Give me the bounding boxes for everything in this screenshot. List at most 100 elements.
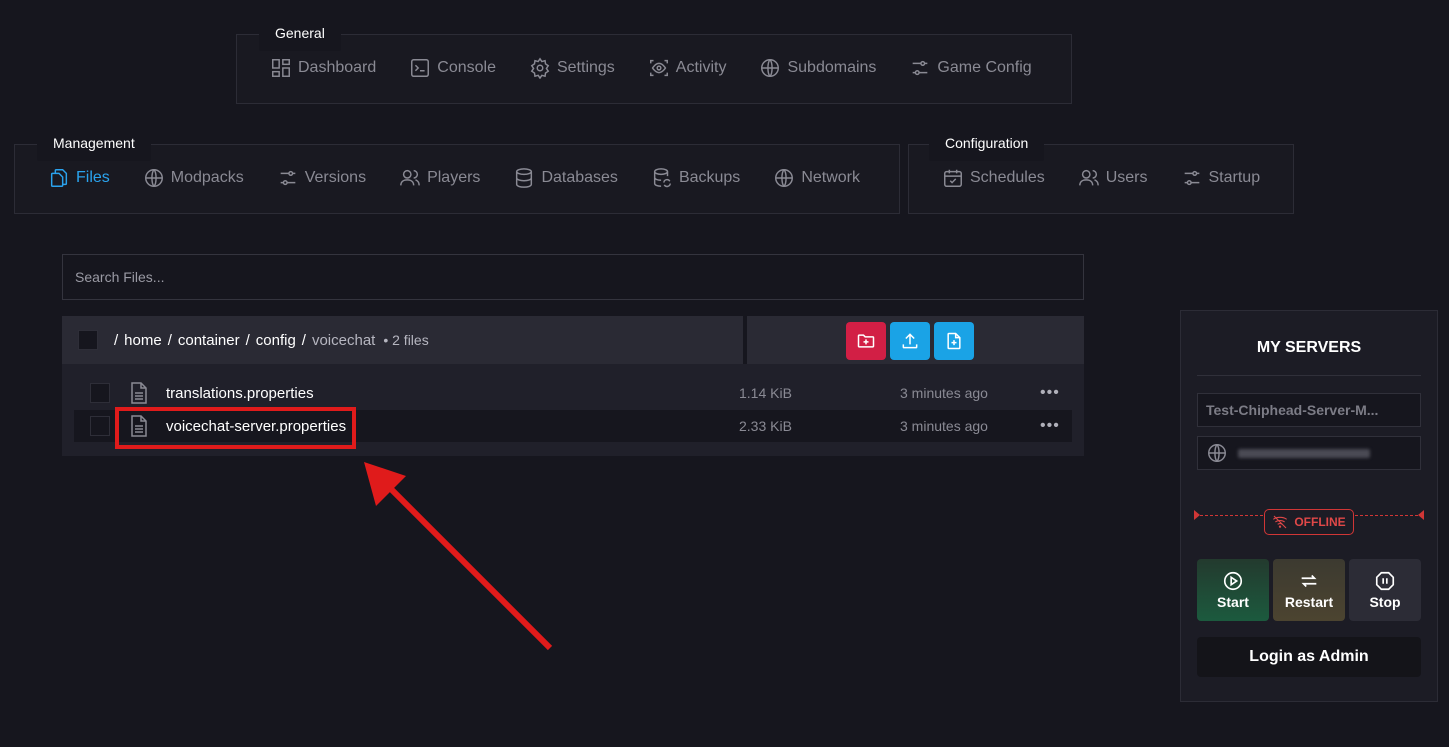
- file-row[interactable]: translations.properties 1.14 KiB 3 minut…: [74, 377, 1072, 409]
- nav-group-general: General Dashboard Console Settings Activ…: [236, 15, 1072, 104]
- breadcrumb-container[interactable]: container: [178, 332, 240, 349]
- nav-item-settings[interactable]: Settings: [529, 57, 615, 79]
- nav-item-modpacks[interactable]: Modpacks: [143, 167, 244, 189]
- nav-item-label: Network: [801, 169, 860, 186]
- status-divider-cap-right: [1418, 510, 1424, 520]
- nav-item-databases[interactable]: Databases: [513, 167, 618, 189]
- nav-item-label: Modpacks: [170, 169, 244, 186]
- server-name: Test-Chiphead-Server-M...: [1206, 402, 1379, 418]
- restart-button[interactable]: Restart: [1273, 559, 1345, 621]
- sliders-icon: [913, 60, 928, 76]
- server-name-field[interactable]: Test-Chiphead-Server-M...: [1197, 393, 1421, 427]
- nav-item-subdomains[interactable]: Subdomains: [759, 57, 876, 79]
- nav-item-activity[interactable]: Activity: [648, 57, 727, 79]
- play-icon: [1223, 571, 1243, 591]
- file-more-options-button[interactable]: •••: [1040, 384, 1060, 402]
- nav-item-label: Console: [437, 59, 496, 76]
- new-file-button[interactable]: [934, 322, 974, 360]
- breadcrumb-config[interactable]: config: [256, 332, 296, 349]
- login-as-admin-button[interactable]: Login as Admin: [1197, 637, 1421, 677]
- calendar-icon: [944, 169, 962, 187]
- file-plus-icon: [947, 332, 961, 350]
- nav-item-label: Schedules: [970, 169, 1045, 186]
- file-count: • 2 files: [383, 332, 429, 348]
- status-badge: OFFLINE: [1264, 509, 1354, 535]
- breadcrumb-sep: /: [301, 331, 306, 349]
- globe-icon: [761, 59, 780, 77]
- file-checkbox[interactable]: [90, 383, 110, 403]
- nav-item-label: Subdomains: [787, 59, 877, 76]
- backup-database-icon: [653, 168, 671, 188]
- file-icon: [128, 381, 150, 405]
- nav-item-dashboard[interactable]: Dashboard: [270, 57, 376, 79]
- database-icon: [516, 168, 533, 188]
- upload-button[interactable]: [890, 322, 930, 360]
- sliders-icon: [1184, 170, 1199, 186]
- search-files-input[interactable]: [62, 254, 1084, 300]
- new-folder-button[interactable]: [846, 322, 886, 360]
- breadcrumb-sep: /: [114, 331, 119, 349]
- users-icon: [1078, 169, 1099, 186]
- file-size: 1.14 KiB: [739, 385, 792, 401]
- nav-group-title: Management: [37, 125, 151, 161]
- nav-item-label: Activity: [675, 59, 727, 76]
- start-label: Start: [1217, 594, 1249, 610]
- console-icon: [411, 59, 430, 77]
- nav-item-players[interactable]: Players: [399, 167, 480, 189]
- gear-icon: [530, 57, 550, 79]
- nav-item-label: Files: [76, 169, 110, 186]
- nav-group-management: Management Files Modpacks Versions Playe…: [14, 125, 900, 214]
- nav-item-console[interactable]: Console: [409, 57, 496, 79]
- file-more-options-button[interactable]: •••: [1040, 417, 1060, 435]
- nav-item-label: Backups: [678, 169, 741, 186]
- status-text: OFFLINE: [1294, 515, 1346, 529]
- server-address-field[interactable]: [1197, 436, 1421, 470]
- nav-item-startup[interactable]: Startup: [1181, 167, 1261, 189]
- nav-item-files[interactable]: Files: [48, 167, 110, 189]
- users-icon: [400, 169, 420, 186]
- nav-item-users[interactable]: Users: [1078, 167, 1148, 189]
- select-all-checkbox[interactable]: [78, 330, 98, 350]
- file-size: 2.33 KiB: [739, 418, 792, 434]
- nav-group-title: Configuration: [929, 125, 1045, 161]
- nav-item-schedules[interactable]: Schedules: [942, 167, 1045, 189]
- nav-item-versions[interactable]: Versions: [277, 167, 366, 189]
- start-button[interactable]: Start: [1197, 559, 1269, 621]
- stop-label: Stop: [1369, 594, 1401, 610]
- my-servers-panel: MY SERVERS Test-Chiphead-Server-M... OFF…: [1180, 310, 1438, 702]
- nav-item-game-config[interactable]: Game Config: [909, 57, 1032, 79]
- nav-group-title: General: [259, 15, 341, 51]
- status-divider-cap-left: [1194, 510, 1200, 520]
- stop-button[interactable]: Stop: [1349, 559, 1421, 621]
- file-name[interactable]: translations.properties: [166, 385, 314, 402]
- globe-icon: [144, 169, 163, 187]
- file-modified: 3 minutes ago: [900, 418, 988, 434]
- divider: [1197, 375, 1421, 376]
- stop-icon: [1375, 571, 1395, 591]
- folder-plus-icon: [857, 334, 875, 348]
- nav-item-label: Dashboard: [298, 59, 377, 76]
- globe-icon: [1208, 444, 1226, 462]
- nav-item-label: Versions: [304, 169, 367, 186]
- server-address-redacted: [1238, 448, 1370, 458]
- breadcrumb-sep: /: [245, 331, 250, 349]
- annotation-highlight-box: [115, 407, 356, 449]
- nav-item-label: Users: [1105, 169, 1148, 186]
- breadcrumb: / home / container / config / voicechat …: [114, 332, 429, 349]
- breadcrumb-sep: /: [167, 331, 172, 349]
- nav-item-label: Startup: [1208, 169, 1261, 186]
- breadcrumb-home[interactable]: home: [124, 332, 162, 349]
- nav-item-backups[interactable]: Backups: [651, 167, 740, 189]
- nav-item-network[interactable]: Network: [773, 167, 860, 189]
- upload-icon: [902, 333, 918, 349]
- nav-item-label: Game Config: [937, 59, 1032, 76]
- file-breadcrumb-bar: / home / container / config / voicechat …: [62, 316, 743, 364]
- file-checkbox[interactable]: [90, 416, 110, 436]
- breadcrumb-current: voicechat: [311, 331, 376, 349]
- nav-item-label: Settings: [556, 59, 615, 76]
- file-modified: 3 minutes ago: [900, 385, 988, 401]
- activity-eye-icon: [649, 59, 668, 77]
- nav-item-label: Players: [427, 169, 481, 186]
- my-servers-title: MY SERVERS: [1256, 339, 1362, 356]
- sliders-icon: [280, 170, 296, 186]
